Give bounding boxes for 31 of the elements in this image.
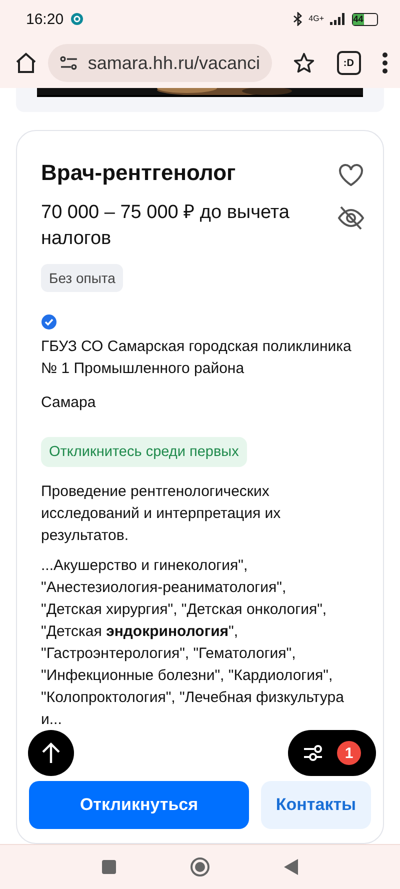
description-text: Проведение рентгенологических исследований и интерпретация их результатов.: [41, 482, 282, 546]
filter-button[interactable]: 1: [288, 730, 376, 776]
status-time: 16:20: [26, 10, 64, 28]
battery-icon: 44: [352, 12, 378, 26]
description-text: ...Акушерство и гинекология", "Анестезиология-реаниматология", "Детская хирургия", "Детская онкология", "Детская эндокринология", "Гастроэнтерология", "Гематология", "Инфекционные болезни", "Кардиология", "Колопроктология", "Лечебная физкультура и...: [41, 556, 345, 730]
menu-icon[interactable]: [382, 52, 388, 74]
hide-icon[interactable]: [337, 205, 365, 231]
url-text: samara.hh.ru/vacanci: [88, 52, 260, 74]
back-icon[interactable]: [284, 859, 298, 875]
home-icon[interactable]: [14, 51, 38, 75]
early-response-tag: Откликнитесь среди первых: [41, 437, 247, 467]
heart-icon[interactable]: [338, 163, 364, 187]
filter-count-badge: 1: [337, 741, 361, 765]
bookmark-star-icon[interactable]: [293, 52, 316, 74]
signal-icon: [330, 13, 346, 25]
vacancy-title[interactable]: Врач-рентгенолог: [41, 160, 331, 186]
filter-icon: [303, 744, 323, 762]
city-text: Самара: [41, 394, 97, 411]
contacts-button[interactable]: Контакты: [261, 781, 371, 829]
bluetooth-icon: [292, 12, 303, 26]
site-settings-icon[interactable]: [60, 56, 78, 70]
experience-tag: Без опыта: [41, 264, 124, 292]
tabs-button[interactable]: :D: [336, 51, 361, 75]
address-bar[interactable]: samara.hh.ru/vacanci: [48, 44, 272, 82]
network-label: 4G+: [308, 15, 324, 23]
respond-button[interactable]: Откликнуться: [29, 781, 249, 829]
company-name[interactable]: ГБУЗ СО Самарская городская поликлиника № 1 Промышленного района: [41, 336, 371, 380]
scroll-up-button[interactable]: [28, 730, 74, 776]
notification-icon: [70, 12, 84, 26]
salary-text: 70 000 – 75 000 ₽ до вычета налогов: [41, 201, 290, 251]
arrow-up-icon: [41, 742, 61, 764]
